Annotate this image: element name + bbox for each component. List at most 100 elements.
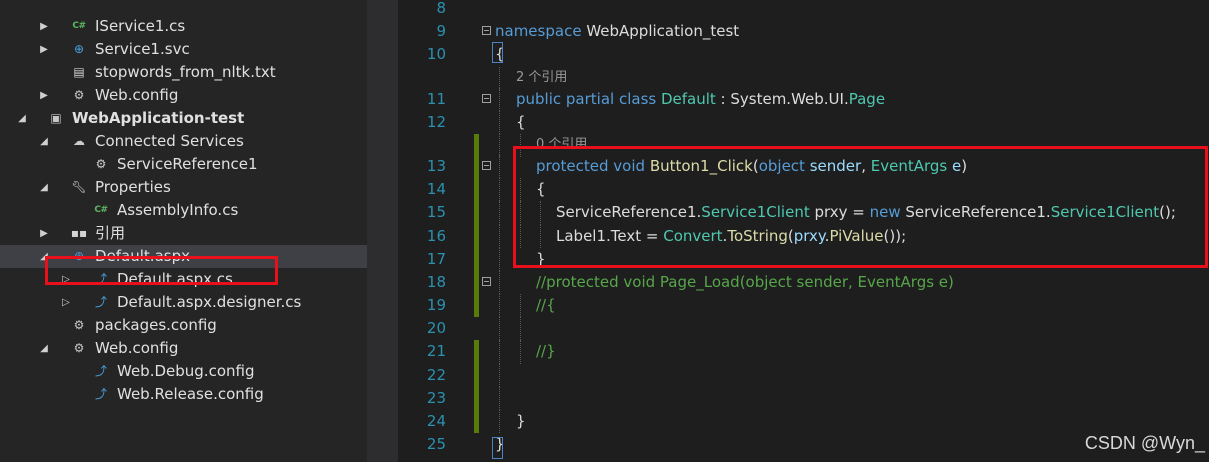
line-number: 20 <box>426 319 446 338</box>
change-marker <box>474 178 479 202</box>
tree-item-default-designer[interactable]: ▷ ⤴ Default.aspx.designer.cs <box>0 291 367 314</box>
change-marker <box>474 247 479 271</box>
change-marker <box>474 224 479 248</box>
tree-item[interactable]: C# <box>0 0 367 15</box>
line-number: 13 <box>426 156 446 175</box>
wrench-icon: 🔧︎ <box>71 180 87 194</box>
collapse-arrow-icon[interactable]: ◢ <box>37 130 51 153</box>
code-line: 18 //protected void Page_Load(object sen… <box>398 270 1209 295</box>
code-line: 22 <box>398 363 1209 387</box>
expand-arrow-icon[interactable]: ▶ <box>37 38 51 61</box>
tree-item-properties[interactable]: ◢ 🔧︎ Properties <box>0 176 367 199</box>
indent-guide <box>499 410 500 434</box>
tree-item-label: Web.config <box>95 339 179 357</box>
code-line: 9 namespace WebApplication_test <box>398 20 1209 43</box>
code-line: 23 <box>398 386 1209 410</box>
config-file-icon: ⚙ <box>73 341 85 355</box>
expand-arrow-icon[interactable]: ▷ <box>59 291 73 314</box>
line-number: 19 <box>426 296 446 315</box>
web-project-icon: ▣ <box>50 111 62 125</box>
change-marker <box>474 410 479 434</box>
expand-arrow-icon[interactable]: ▶ <box>37 222 51 245</box>
change-marker <box>474 154 479 179</box>
fold-toggle-icon[interactable] <box>482 26 491 36</box>
code-lens-line: 2 个引用 <box>398 66 1209 90</box>
indent-guide <box>499 363 500 387</box>
change-marker <box>474 294 479 318</box>
tree-item-label: Properties <box>95 178 171 196</box>
tree-item-label: Web.Debug.config <box>117 362 255 380</box>
tree-item-service1-svc[interactable]: ▶ ⊕ Service1.svc <box>0 38 367 61</box>
solution-explorer: C# ▶ C# IService1.cs ▶ ⊕ Service1.svc ▤ … <box>0 0 367 462</box>
code-lens-references[interactable]: 2 个引用 <box>516 67 567 88</box>
connected-services-icon: ☁ <box>73 134 85 148</box>
solution-tree: C# ▶ C# IService1.cs ▶ ⊕ Service1.svc ▤ … <box>0 0 367 406</box>
tree-item-stopwords[interactable]: ▤ stopwords_from_nltk.txt <box>0 61 367 84</box>
code-comment: //{ <box>536 296 556 315</box>
line-number: 22 <box>426 365 446 384</box>
code-line: 12 { <box>398 110 1209 134</box>
code-text: public partial class Default : System.We… <box>516 89 886 108</box>
service-reference-icon: ⚙ <box>95 157 107 171</box>
tree-item-iservice1[interactable]: ▶ C# IService1.cs <box>0 15 367 38</box>
tree-item-label: AssemblyInfo.cs <box>117 201 239 219</box>
tree-item-web-release-config[interactable]: ⤴ Web.Release.config <box>0 383 367 406</box>
cs-linked-file-icon: ⤴ <box>94 295 107 309</box>
code-line: 24 } <box>398 410 1209 434</box>
indent-guide <box>499 66 500 90</box>
expand-arrow-icon[interactable]: ▶ <box>37 84 51 107</box>
fold-toggle-icon[interactable] <box>482 160 491 170</box>
config-file-icon: ⚙ <box>73 88 85 102</box>
cs-file-icon: C# <box>72 21 86 31</box>
brace-match-highlight <box>492 42 503 63</box>
annotation-box-explorer <box>45 256 278 285</box>
collapse-arrow-icon[interactable]: ◢ <box>37 176 51 199</box>
tree-item-label: ServiceReference1 <box>117 155 258 173</box>
fold-toggle-icon[interactable] <box>482 276 491 286</box>
tree-item-label: Default.aspx.designer.cs <box>117 293 302 311</box>
tree-item-web-debug-config[interactable]: ⤴ Web.Debug.config <box>0 360 367 383</box>
indent-guide <box>499 201 500 225</box>
tree-item-web-config-2[interactable]: ◢ ⚙ Web.config <box>0 337 367 360</box>
indent-guide <box>499 340 500 364</box>
tree-item-label: WebApplication-test <box>72 109 245 127</box>
tree-item-servicereference1[interactable]: ⚙ ServiceReference1 <box>0 153 367 176</box>
indent-guide <box>499 247 500 271</box>
code-line: 21 //} <box>398 340 1209 364</box>
code-line: 11 public partial class Default : System… <box>398 87 1209 111</box>
references-icon: ▪▪ <box>70 226 88 240</box>
change-marker <box>474 340 479 364</box>
indent-guide <box>499 154 500 179</box>
change-marker <box>474 270 479 295</box>
code-line: 20 <box>398 317 1209 341</box>
indent-guide <box>499 133 500 158</box>
collapse-arrow-icon[interactable]: ◢ <box>37 337 51 360</box>
tree-item-label: packages.config <box>95 316 217 334</box>
line-number: 10 <box>426 45 446 64</box>
indent-guide <box>499 386 500 410</box>
watermark: CSDN @Wyn_ <box>1084 433 1205 453</box>
tree-item-connected-services[interactable]: ◢ ☁ Connected Services <box>0 130 367 153</box>
code-line: 10 { <box>398 43 1209 66</box>
line-number: 21 <box>426 342 446 361</box>
code-line: 8 <box>398 0 1209 20</box>
tree-item-assemblyinfo[interactable]: C# AssemblyInfo.cs <box>0 199 367 222</box>
brace-match-highlight <box>492 437 503 459</box>
tree-item-label: Connected Services <box>95 132 244 150</box>
tree-item-packages-config[interactable]: ⚙ packages.config <box>0 314 367 337</box>
tree-item-references[interactable]: ▶ ▪▪ 引用 <box>0 222 367 245</box>
change-marker <box>474 133 479 158</box>
tree-item-project[interactable]: ◢ ▣ WebApplication-test <box>0 107 367 130</box>
expand-arrow-icon[interactable]: ▶ <box>37 15 51 38</box>
line-number: 11 <box>426 89 446 108</box>
indent-guide <box>499 87 500 111</box>
line-number: 12 <box>426 112 446 131</box>
indent-guide <box>520 294 521 318</box>
indent-guide <box>499 224 500 248</box>
splitter[interactable] <box>367 0 398 462</box>
fold-toggle-icon[interactable] <box>482 93 491 103</box>
change-marker <box>474 201 479 225</box>
tree-item-web-config-1[interactable]: ▶ ⚙ Web.config <box>0 84 367 107</box>
line-number: 15 <box>426 203 446 222</box>
collapse-arrow-icon[interactable]: ◢ <box>15 107 29 130</box>
